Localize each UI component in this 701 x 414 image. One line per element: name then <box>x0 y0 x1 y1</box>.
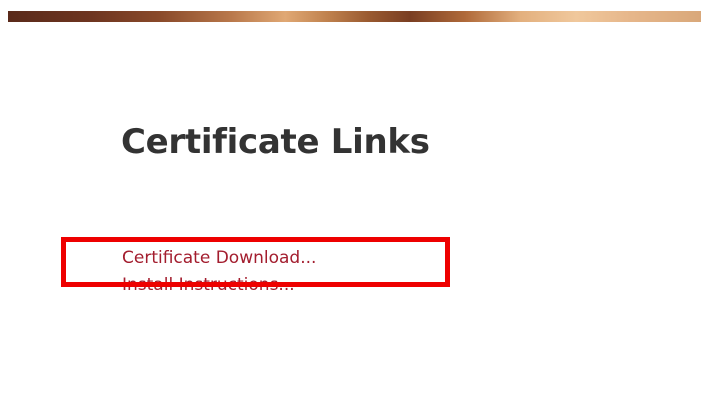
list-item: Certificate Download... <box>122 245 316 272</box>
page-title: Certificate Links <box>121 122 430 162</box>
left-margin <box>0 0 8 414</box>
install-instructions-link[interactable]: Install Instructions... <box>122 275 295 295</box>
certificate-download-link[interactable]: Certificate Download... <box>122 248 316 268</box>
certificate-links-list: Certificate Download... Install Instruct… <box>122 245 316 299</box>
decorative-header-band <box>8 11 701 22</box>
list-item: Install Instructions... <box>122 272 316 299</box>
